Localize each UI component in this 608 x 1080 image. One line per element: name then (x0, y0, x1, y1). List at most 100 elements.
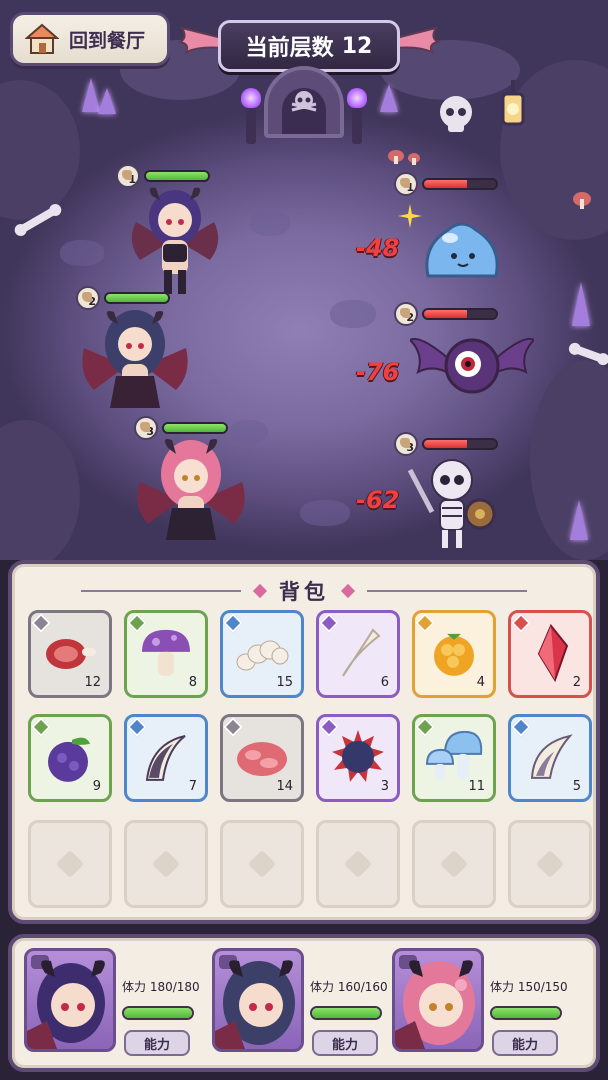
damage-number: -48 (356, 234, 400, 262)
stamina-bar (310, 1006, 382, 1020)
slime-enemy[interactable] (422, 216, 502, 280)
stamina-bar-fill (312, 1008, 380, 1018)
empty-slot[interactable] (28, 820, 112, 908)
empty-slot[interactable] (124, 820, 208, 908)
item-count: 5 (572, 779, 581, 794)
item-slot[interactable]: 2 (508, 610, 592, 698)
item-slot[interactable]: 4 (412, 610, 496, 698)
spiked-orb-icon (332, 729, 384, 782)
item-count: 8 (188, 675, 197, 690)
right-wing-icon (396, 26, 440, 54)
succubus-portrait-art (395, 960, 475, 1049)
larva-icon (236, 640, 289, 671)
empty-slot[interactable] (412, 820, 496, 908)
cave-rock (0, 420, 80, 560)
item-slot[interactable]: 11 (412, 714, 496, 802)
hp-bar-fill (146, 172, 208, 180)
empty-slot-icon (55, 849, 85, 879)
ability-button[interactable]: 能力 (492, 1030, 558, 1056)
empty-slot-icon (151, 849, 181, 879)
floor-stone (300, 500, 350, 526)
stamina-label: 体力 180/180 (122, 980, 200, 994)
item-count: 14 (276, 779, 293, 794)
stamina-label: 体力 150/150 (490, 980, 568, 994)
empty-slot[interactable] (508, 820, 592, 908)
item-count: 12 (84, 675, 101, 690)
succubus-hero-3[interactable] (136, 434, 246, 554)
current-floor-banner: 当前层数 12 (218, 20, 400, 72)
crystal-icon (572, 282, 590, 326)
item-slot[interactable]: 3 (316, 714, 400, 802)
item-slot[interactable]: 6 (316, 610, 400, 698)
boot-icon (82, 292, 92, 302)
return-restaurant-button[interactable]: 回到餐厅 (10, 12, 170, 66)
horn-icon (530, 734, 573, 779)
party-panel: 体力 180/180 能力 体力 160/160 能力 体力 150/150 能… (8, 934, 600, 1072)
floor-label: 当前层数 (245, 36, 334, 61)
empty-slot[interactable] (316, 820, 400, 908)
boot-icon (122, 170, 132, 180)
stamina-bar (122, 1006, 194, 1020)
item-count: 7 (188, 779, 197, 794)
enemy-1-hp: 1 (394, 172, 498, 196)
ability-button[interactable]: 能力 (124, 1030, 190, 1056)
claw-icon (145, 734, 186, 781)
red-crystal-icon (537, 623, 569, 682)
hp-bar-fill (424, 440, 468, 448)
dark-berry-icon (48, 737, 90, 782)
succubus-portrait-art (215, 960, 295, 1049)
item-slot[interactable]: 5 (508, 714, 592, 802)
level-badge: 2 (394, 302, 418, 326)
raw-meat-icon (237, 742, 287, 777)
level-badge: 3 (394, 432, 418, 456)
portrait-succubus-3[interactable] (392, 948, 484, 1052)
succubus-hero-1[interactable] (130, 182, 220, 302)
level-badge: 1 (394, 172, 418, 196)
return-restaurant-label: 回到餐厅 (69, 29, 146, 52)
torch-icon (241, 88, 261, 144)
backpack-header: 背包 (12, 576, 596, 606)
meat-icon (46, 639, 96, 669)
floor-value: 12 (341, 33, 373, 59)
hp-bar-fill (424, 310, 468, 318)
empty-slot-icon (535, 849, 565, 879)
empty-slot-icon (247, 849, 277, 879)
item-slot[interactable]: 8 (124, 610, 208, 698)
item-count: 4 (476, 675, 485, 690)
torch-icon (347, 88, 367, 144)
succubus-portrait-art (27, 960, 105, 1049)
item-slot[interactable]: 14 (220, 714, 304, 802)
bat-enemy[interactable] (410, 324, 534, 404)
portrait-succubus-2[interactable] (212, 948, 304, 1052)
item-slot[interactable]: 9 (28, 714, 112, 802)
item-count: 3 (380, 779, 389, 794)
item-slot[interactable]: 15 (220, 610, 304, 698)
empty-slot[interactable] (220, 820, 304, 908)
floor-stone (330, 300, 376, 328)
damage-number: -62 (356, 486, 400, 514)
crystal-icon (98, 88, 116, 114)
left-wing-icon (178, 26, 222, 54)
skeleton-enemy[interactable] (404, 456, 500, 550)
boot-icon (400, 308, 410, 318)
succubus-hero-2[interactable] (80, 304, 190, 424)
backpack-panel: 背包 12 8 15 6 4 2 9 7 14 3 11 5 (8, 560, 600, 924)
golden-berry-icon (434, 633, 474, 676)
portrait-succubus-1[interactable] (24, 948, 116, 1052)
enemy-3-hp: 3 (394, 432, 498, 456)
stamina-bar (490, 1006, 562, 1020)
floor-stone (60, 240, 104, 266)
ability-button[interactable]: 能力 (312, 1030, 378, 1056)
item-slot[interactable]: 12 (28, 610, 112, 698)
party-member-2: 体力 160/160 能力 (212, 948, 396, 1060)
backpack-title: 背包 (279, 580, 329, 604)
stamina-bar-fill (124, 1008, 192, 1018)
floor-stone (250, 210, 290, 236)
cave-rock (530, 360, 608, 560)
item-slot[interactable]: 7 (124, 714, 208, 802)
crystal-icon (380, 84, 398, 112)
battle-scene: 回到餐厅 当前层数 12 1 2 3 1 -48 2 -76 3 -62 (0, 0, 608, 560)
item-count: 11 (468, 779, 485, 794)
boot-icon (400, 438, 410, 448)
hp-bar-fill (106, 294, 168, 302)
